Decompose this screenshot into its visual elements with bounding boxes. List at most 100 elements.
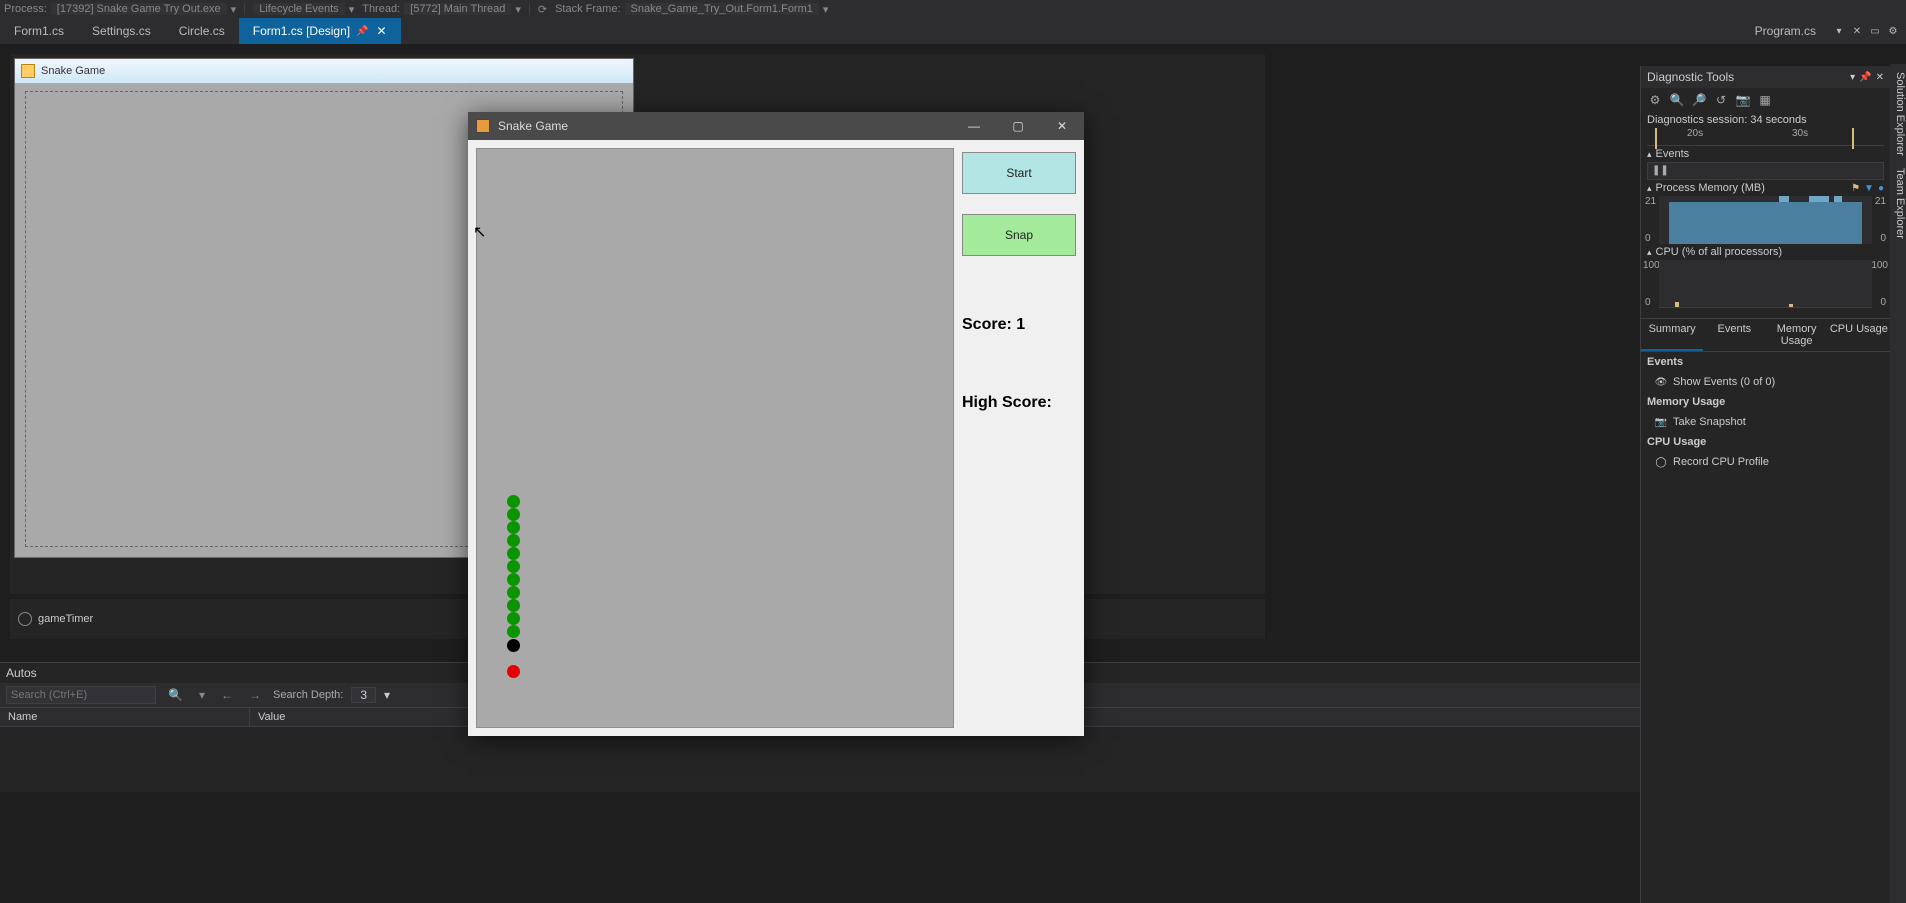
diag-title: Diagnostic Tools <box>1647 70 1734 84</box>
cpu-section-header: CPU (% of all processors) <box>1656 246 1783 258</box>
collapse-icon[interactable]: ▴ <box>1647 149 1652 160</box>
game-canvas[interactable] <box>476 148 954 728</box>
process-value[interactable]: [17392] Snake Game Try Out.exe <box>51 3 227 15</box>
document-tab-strip: Form1.cs Settings.cs Circle.cs Form1.cs … <box>0 18 1906 44</box>
chevron-down-icon[interactable]: ▾ <box>1850 72 1855 83</box>
forward-icon[interactable]: → <box>245 688 265 702</box>
app-titlebar[interactable]: Snake Game — ▢ ✕ <box>468 112 1084 140</box>
high-score-label: High Score: <box>962 394 1076 412</box>
events-section-header: Events <box>1656 148 1690 160</box>
cpu-sub-header: CPU Usage <box>1641 432 1890 452</box>
cpu-axis-min-r: 0 <box>1880 297 1886 308</box>
solution-explorer-tab[interactable]: Solution Explorer <box>1890 72 1906 156</box>
chevron-down-icon[interactable]: ▾ <box>823 3 829 16</box>
diag-tab-summary[interactable]: Summary <box>1641 319 1703 351</box>
minimize-button[interactable]: — <box>952 112 996 140</box>
zoom-out-icon[interactable]: 🔎 <box>1691 92 1707 108</box>
stack-value[interactable]: Snake_Game_Try_Out.Form1.Form1 <box>625 3 819 15</box>
events-sub-header: Events <box>1641 352 1890 372</box>
chevron-down-icon[interactable]: ▾ <box>231 3 237 16</box>
close-button[interactable]: ✕ <box>1040 112 1084 140</box>
cpu-axis-min: 0 <box>1645 297 1651 308</box>
snake-segment <box>507 573 520 586</box>
diag-tab-memory[interactable]: Memory Usage <box>1766 319 1828 351</box>
back-icon[interactable]: ← <box>217 688 237 702</box>
zoom-in-icon[interactable]: 🔍 <box>1669 92 1685 108</box>
gear-icon[interactable]: ⚙ <box>1886 24 1900 38</box>
mem-axis-min-r: 0 <box>1880 233 1886 244</box>
close-icon[interactable]: ✕ <box>1876 72 1884 83</box>
search-depth-label: Search Depth: <box>273 689 343 701</box>
team-explorer-tab[interactable]: Team Explorer <box>1890 168 1906 239</box>
snake-segment <box>507 560 520 573</box>
lifecycle-chip[interactable]: Lifecycle Events <box>253 3 344 15</box>
game-side-panel: Start Snap Score: 1 High Score: <box>962 148 1076 728</box>
pin-icon[interactable]: 📌 <box>356 26 368 37</box>
collapsed-side-tabs: Solution Explorer Team Explorer <box>1890 64 1906 903</box>
chevron-down-icon[interactable]: ▾ <box>515 3 521 16</box>
close-all-icon[interactable]: ✕ <box>1850 24 1864 38</box>
split-icon[interactable]: ▭ <box>1868 24 1882 38</box>
pin-icon[interactable]: 📌 <box>1859 72 1871 83</box>
eye-icon: 👁 <box>1655 376 1667 388</box>
sync-icon[interactable]: ⟳ <box>538 3 547 16</box>
document-tab-programcs[interactable]: Program.cs <box>1745 18 1826 44</box>
timer-icon[interactable] <box>18 612 32 626</box>
autos-search-input[interactable] <box>6 686 156 704</box>
chevron-down-icon[interactable]: ▾ <box>384 688 390 702</box>
camera-icon: 📷 <box>1655 416 1667 428</box>
snake-segment <box>507 612 520 625</box>
pause-marker-icon: ❚❚ <box>1652 165 1669 176</box>
snake-segment <box>507 599 520 612</box>
snake-segment <box>507 547 520 560</box>
view-icon[interactable]: ▦ <box>1757 92 1773 108</box>
cpu-axis-max-r: 100 <box>1871 260 1888 271</box>
designer-form-titlebar: Snake Game <box>15 59 633 83</box>
diag-tab-cpu[interactable]: CPU Usage <box>1828 319 1890 351</box>
show-events-link[interactable]: 👁Show Events (0 of 0) <box>1641 372 1890 392</box>
collapse-icon[interactable]: ▴ <box>1647 247 1652 258</box>
record-cpu-link[interactable]: ◯Record CPU Profile <box>1641 452 1890 472</box>
mem-axis-min: 0 <box>1645 233 1651 244</box>
maximize-button[interactable]: ▢ <box>996 112 1040 140</box>
document-tab-form1cs[interactable]: Form1.cs <box>0 18 78 44</box>
filter-down-icon[interactable]: ▼ <box>1864 183 1874 194</box>
start-button[interactable]: Start <box>962 152 1076 194</box>
snake-segment <box>507 586 520 599</box>
document-tab-form1-design[interactable]: Form1.cs [Design]📌✕ <box>239 18 401 44</box>
snap-button[interactable]: Snap <box>962 214 1076 256</box>
events-track[interactable]: ❚❚ <box>1647 162 1884 180</box>
close-icon[interactable]: ✕ <box>377 24 387 38</box>
cpu-axis-max: 100 <box>1643 260 1660 271</box>
dot-icon[interactable]: ● <box>1878 183 1884 194</box>
search-depth-value[interactable]: 3 <box>351 687 376 703</box>
diag-tabs: Summary Events Memory Usage CPU Usage <box>1641 318 1890 352</box>
gear-icon[interactable]: ⚙ <box>1647 92 1663 108</box>
chevron-down-icon[interactable]: ▾ <box>195 688 209 702</box>
warning-icon[interactable]: ⚑ <box>1851 183 1860 194</box>
app-title: Snake Game <box>498 119 952 133</box>
snapshot-icon[interactable]: 📷 <box>1735 92 1751 108</box>
document-tab-circlecs[interactable]: Circle.cs <box>165 18 239 44</box>
chevron-down-icon[interactable]: ▾ <box>1832 24 1846 38</box>
document-tab-settingscs[interactable]: Settings.cs <box>78 18 165 44</box>
process-label: Process: <box>4 3 47 15</box>
col-name[interactable]: Name <box>0 708 250 726</box>
diag-toolbar: ⚙ 🔍 🔎 ↺ 📷 ▦ <box>1641 88 1890 112</box>
snake-head <box>507 639 520 652</box>
diag-time-ruler[interactable]: 20s 30s <box>1647 128 1884 146</box>
reset-zoom-icon[interactable]: ↺ <box>1713 92 1729 108</box>
app-icon <box>21 64 35 78</box>
thread-value[interactable]: [5772] Main Thread <box>404 3 511 15</box>
designer-form-title: Snake Game <box>41 65 105 77</box>
chevron-down-icon[interactable]: ▾ <box>349 3 355 16</box>
take-snapshot-link[interactable]: 📷Take Snapshot <box>1641 412 1890 432</box>
memory-chart[interactable] <box>1659 196 1872 244</box>
collapse-icon[interactable]: ▴ <box>1647 183 1652 194</box>
food-dot <box>507 665 520 678</box>
diag-tab-events[interactable]: Events <box>1703 319 1765 351</box>
component-gameTimer[interactable]: gameTimer <box>38 613 93 625</box>
snake-segment <box>507 521 520 534</box>
search-icon[interactable]: 🔍 <box>164 688 187 702</box>
cpu-chart[interactable] <box>1659 260 1872 308</box>
